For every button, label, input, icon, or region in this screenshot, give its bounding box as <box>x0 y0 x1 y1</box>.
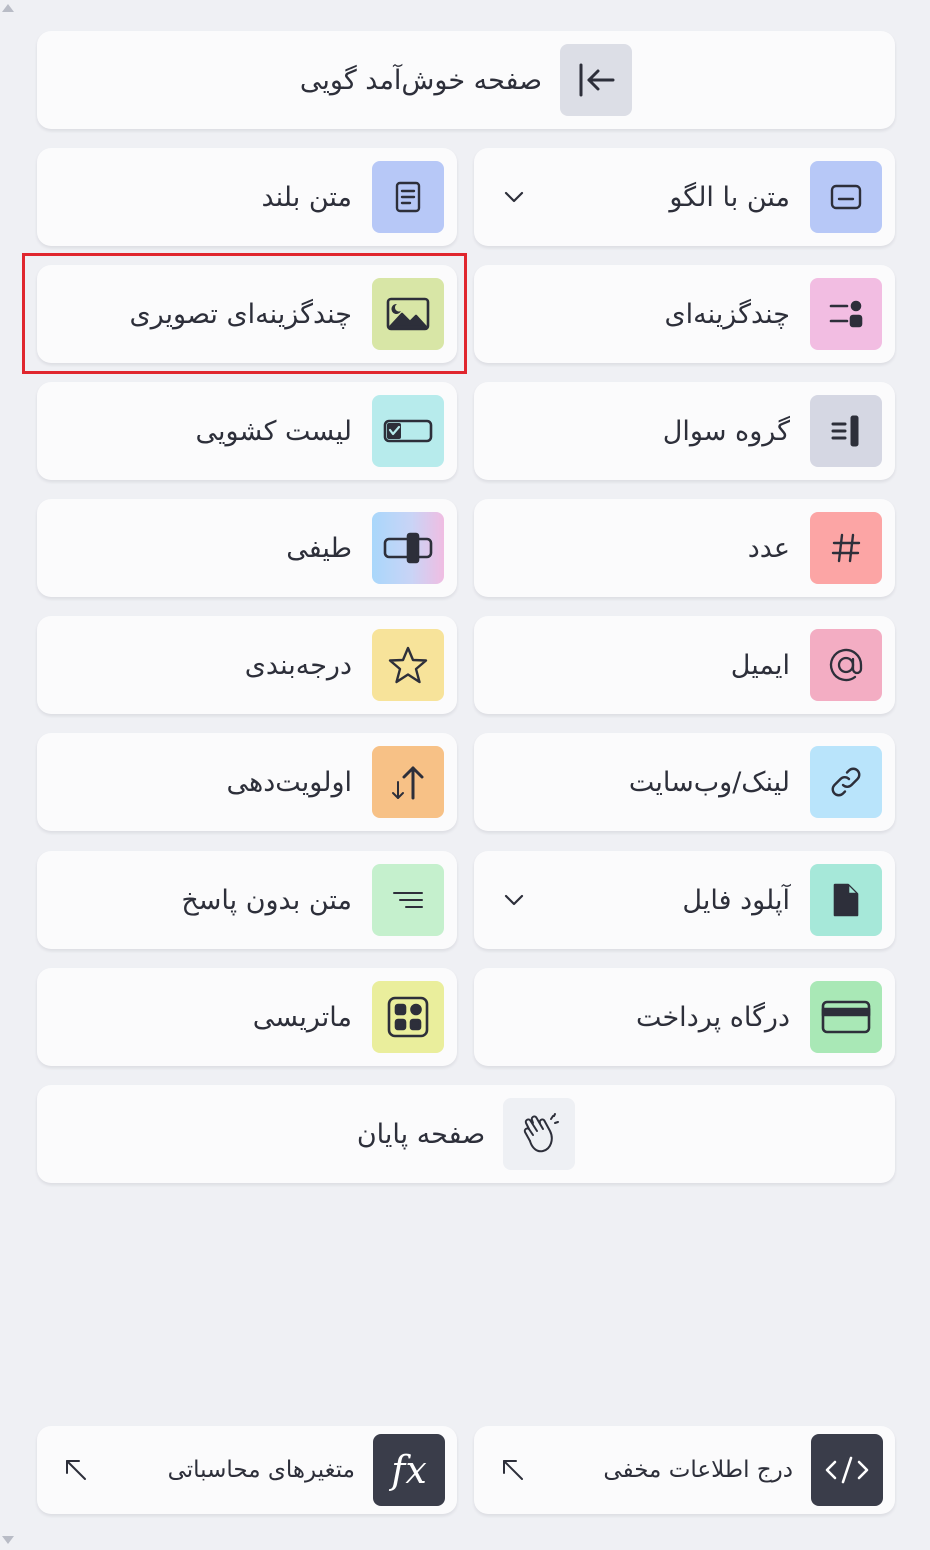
hidden-fields-button[interactable]: درج اطلاعات مخفی <box>474 1426 895 1514</box>
file-upload-label: آپلود فایل <box>682 884 790 916</box>
dropdown-list-button[interactable]: لیست کشویی <box>37 382 457 480</box>
email-label: ایمیل <box>730 649 790 681</box>
pattern-text-label: متن با الگو <box>669 181 790 213</box>
welcome-screen-button[interactable]: صفحه خوش‌آمد گویی <box>37 31 895 129</box>
star-icon <box>388 646 428 684</box>
question-group-button[interactable]: گروه سوال <box>474 382 895 480</box>
end-screen-label: صفحه پایان <box>356 1118 486 1150</box>
pattern-text-button[interactable]: متن با الگو <box>474 148 895 246</box>
picture-choice-tile <box>372 278 444 350</box>
document-lines-icon <box>395 181 421 213</box>
credit-card-icon <box>821 1000 871 1034</box>
long-text-button[interactable]: متن بلند <box>37 148 457 246</box>
function-icon: fx <box>391 1448 427 1492</box>
dropdown-list-label: لیست کشویی <box>195 415 352 447</box>
chevron-down-icon[interactable] <box>500 183 528 211</box>
ranking-button[interactable]: اولویت‌دهی <box>37 733 457 831</box>
link-button[interactable]: لینک/وب‌سایت <box>474 733 895 831</box>
calculated-variables-tile: fx <box>373 1434 445 1506</box>
calculated-variables-label: متغیرهای محاسباتی <box>167 1457 355 1483</box>
rating-label: درجه‌بندی <box>244 649 352 681</box>
code-icon <box>825 1456 869 1484</box>
arrow-up-left-icon <box>503 1460 523 1480</box>
end-screen-button[interactable]: صفحه پایان <box>37 1085 895 1183</box>
grid-icon <box>387 996 429 1038</box>
scroll-down-arrow-icon[interactable] <box>2 1536 14 1544</box>
question-group-tile <box>810 395 882 467</box>
file-upload-tile <box>810 864 882 936</box>
welcome-label: صفحه خوش‌آمد گویی <box>299 64 543 96</box>
picture-choice-label: چندگزینه‌ای تصویری <box>129 298 352 330</box>
number-tile <box>810 512 882 584</box>
range-tile <box>372 512 444 584</box>
range-button[interactable]: طیفی <box>37 499 457 597</box>
file-icon <box>833 883 859 917</box>
group-lines-icon <box>831 415 859 447</box>
email-button[interactable]: ایمیل <box>474 616 895 714</box>
rating-tile <box>372 629 444 701</box>
dropdown-list-tile <box>372 395 444 467</box>
ranking-tile <box>372 746 444 818</box>
hash-icon <box>831 533 861 563</box>
question-group-label: گروه سوال <box>662 415 790 447</box>
text-align-icon <box>393 892 423 908</box>
hidden-fields-label: درج اطلاعات مخفی <box>603 1457 793 1483</box>
number-button[interactable]: عدد <box>474 499 895 597</box>
form-field-icon <box>830 184 862 210</box>
matrix-tile <box>372 981 444 1053</box>
multiple-choice-label: چندگزینه‌ای <box>664 298 790 330</box>
long-text-tile <box>372 161 444 233</box>
range-label: طیفی <box>286 532 352 564</box>
chevron-down-icon[interactable] <box>500 886 528 914</box>
picture-choice-button[interactable]: چندگزینه‌ای تصویری <box>37 265 457 363</box>
at-sign-icon <box>829 648 863 682</box>
sort-arrows-icon <box>392 766 424 800</box>
matrix-label: ماتریسی <box>252 1001 352 1033</box>
ranking-label: اولویت‌دهی <box>226 766 352 798</box>
statement-tile <box>372 864 444 936</box>
email-tile <box>810 629 882 701</box>
statement-label: متن بدون پاسخ <box>181 884 352 916</box>
file-upload-button[interactable]: آپلود فایل <box>474 851 895 949</box>
link-tile <box>810 746 882 818</box>
welcome-tile <box>560 44 633 116</box>
dropdown-toggle-icon <box>383 419 433 443</box>
payment-label: درگاه پرداخت <box>635 1001 790 1033</box>
link-label: لینک/وب‌سایت <box>628 766 790 798</box>
long-text-label: متن بلند <box>261 181 352 213</box>
question-type-panel: صفحه خوش‌آمد گویی متن با الگو متن بلند <box>0 0 930 1550</box>
multiple-choice-button[interactable]: چندگزینه‌ای <box>474 265 895 363</box>
choice-list-icon <box>829 300 863 328</box>
statement-button[interactable]: متن بدون پاسخ <box>37 851 457 949</box>
slider-icon <box>383 532 433 564</box>
calculated-variables-button[interactable]: fx متغیرهای محاسباتی <box>37 1426 457 1514</box>
rating-button[interactable]: درجه‌بندی <box>37 616 457 714</box>
link-icon <box>831 767 861 797</box>
payment-button[interactable]: درگاه پرداخت <box>474 968 895 1066</box>
clapping-hands-icon <box>524 1113 560 1153</box>
matrix-button[interactable]: ماتریسی <box>37 968 457 1066</box>
arrow-left-to-line-icon <box>579 63 615 97</box>
multiple-choice-tile <box>810 278 882 350</box>
image-icon <box>386 297 430 331</box>
arrow-up-left-icon <box>66 1460 86 1480</box>
scroll-up-arrow-icon[interactable] <box>2 4 14 12</box>
number-label: عدد <box>747 532 790 564</box>
pattern-text-tile <box>810 161 882 233</box>
end-screen-tile <box>503 1098 576 1170</box>
payment-tile <box>810 981 882 1053</box>
hidden-fields-tile <box>811 1434 883 1506</box>
